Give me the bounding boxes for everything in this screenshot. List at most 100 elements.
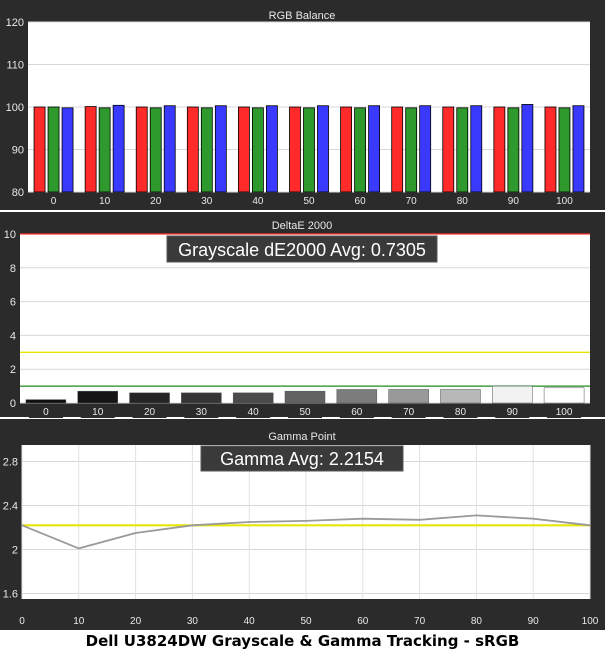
figure-caption: Dell U3824DW Grayscale & Gamma Tracking …	[85, 632, 520, 650]
y-tick-label: 2	[12, 545, 18, 557]
x-tick-label: 20	[130, 616, 142, 627]
gamma-point-90	[532, 517, 535, 520]
x-tick-label: 90	[528, 616, 540, 627]
y-tick-label: 2	[10, 364, 16, 376]
y-tick-label: 100	[6, 102, 24, 114]
gamma-point-70	[418, 518, 421, 521]
x-tick-label: 100	[556, 407, 573, 418]
x-tick-label: 50	[303, 196, 315, 207]
gamma-point-20	[134, 532, 137, 534]
x-tick-label: 20	[144, 407, 156, 418]
bar-green-80	[456, 107, 469, 193]
gamma-point-40	[248, 521, 251, 523]
bar-red-10	[84, 106, 97, 193]
bar-blue-50	[317, 105, 329, 193]
bar-green-30	[200, 107, 213, 193]
chart-title-gamma: Gamma Point	[268, 431, 335, 443]
y-tick-label: 0	[10, 398, 16, 410]
bar-green-40	[252, 107, 264, 193]
bar-green-10	[98, 107, 111, 193]
chart-title-deltae: DeltaE 2000	[272, 220, 333, 232]
x-tick-label: 100	[556, 196, 573, 207]
bar-red-90	[493, 106, 506, 193]
gamma-point-50	[305, 520, 307, 522]
y-tick-label: 2.4	[3, 501, 18, 513]
x-tick-label: 0	[43, 407, 49, 418]
x-tick-label: 40	[252, 196, 264, 207]
bar-green-50	[303, 107, 315, 193]
bar-blue-40	[266, 105, 278, 193]
chart-title-rgb-balance: RGB Balance	[269, 10, 336, 22]
x-tick-label: 0	[19, 616, 25, 627]
y-tick-label: 2.8	[3, 457, 18, 469]
y-tick-label: 110	[6, 60, 24, 72]
bar-red-0	[33, 106, 46, 193]
deltae-bar-90	[492, 385, 533, 404]
x-tick-label: 30	[196, 407, 208, 418]
bar-green-90	[507, 107, 520, 193]
deltae-bar-40	[232, 392, 274, 404]
annotation-gamma-avg: Gamma Avg: 2.2154	[220, 449, 384, 469]
gamma-point-30	[191, 524, 194, 527]
x-tick-label: 90	[508, 196, 520, 207]
y-tick-label: 4	[10, 330, 16, 342]
gamma-point-100	[589, 524, 591, 527]
bar-red-40	[238, 106, 250, 193]
x-tick-label: 90	[507, 407, 519, 418]
x-tick-label: 50	[299, 407, 311, 418]
deltae-bar-50	[284, 390, 326, 404]
y-tick-label: 80	[12, 187, 24, 199]
bar-blue-0	[61, 107, 74, 193]
y-tick-label: 90	[12, 145, 24, 157]
y-tick-label: 120	[6, 17, 24, 29]
deltae-bar-80	[440, 389, 481, 404]
bar-red-30	[186, 106, 199, 193]
deltae-bar-0	[25, 399, 67, 404]
x-tick-label: 100	[582, 616, 599, 627]
x-tick-label: 0	[51, 196, 57, 207]
x-tick-label: 50	[300, 616, 312, 627]
deltae-bar-20	[129, 392, 170, 404]
x-tick-label: 80	[457, 196, 469, 207]
bar-green-60	[354, 107, 366, 193]
x-tick-label: 70	[414, 616, 426, 627]
charts-canvas: RGB Balance80901001101200 10 20 30 40 50 60 70 8…	[0, 0, 605, 630]
deltae-bar-70	[388, 389, 429, 404]
x-tick-label: 60	[357, 616, 369, 627]
bar-green-20	[149, 107, 162, 193]
gamma-point-80	[475, 514, 478, 517]
gamma-point-0	[21, 524, 23, 527]
bar-red-70	[391, 106, 404, 193]
gamma-point-60	[361, 517, 364, 520]
bar-blue-20	[163, 105, 176, 193]
x-tick-label: 80	[471, 616, 483, 627]
bar-red-60	[340, 106, 352, 193]
bar-blue-80	[470, 105, 483, 193]
y-tick-label: 6	[10, 297, 16, 309]
bar-red-20	[135, 106, 148, 193]
x-tick-label: 20	[150, 196, 162, 207]
bar-blue-30	[214, 105, 227, 193]
bar-blue-10	[112, 104, 125, 193]
deltae-bar-60	[336, 389, 378, 404]
x-tick-label: 10	[92, 407, 104, 418]
bar-green-70	[405, 107, 418, 193]
x-tick-label: 80	[455, 407, 467, 418]
bar-blue-90	[521, 104, 534, 193]
x-tick-label: 60	[351, 407, 363, 418]
y-tick-label: 1.6	[3, 589, 18, 601]
y-tick-label: 8	[10, 263, 16, 275]
x-tick-label: 40	[244, 616, 256, 627]
bar-red-50	[289, 106, 301, 193]
bar-red-80	[442, 106, 455, 193]
x-tick-label: 10	[73, 616, 85, 627]
deltae-bar-100	[543, 387, 585, 404]
bar-green-100	[558, 107, 571, 193]
bar-blue-100	[572, 105, 585, 193]
x-tick-label: 70	[403, 407, 415, 418]
y-tick-label: 10	[4, 229, 16, 241]
x-tick-label: 40	[248, 407, 260, 418]
x-tick-label: 10	[99, 196, 111, 207]
x-tick-label: 60	[355, 196, 367, 207]
bar-red-100	[544, 106, 557, 193]
